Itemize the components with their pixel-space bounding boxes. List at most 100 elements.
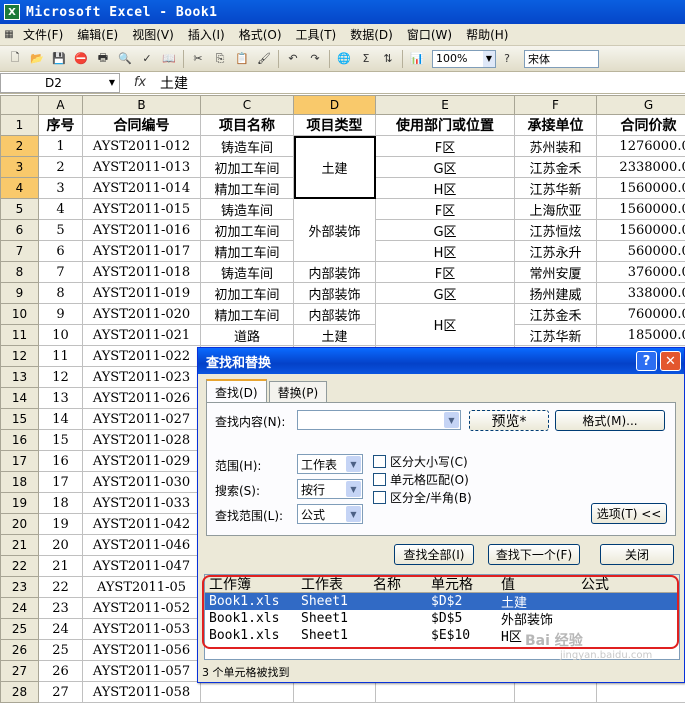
row-header[interactable]: 6	[1, 220, 39, 241]
cell[interactable]: 18	[39, 493, 83, 514]
cell[interactable]: H区	[376, 304, 515, 346]
look-in-select[interactable]: 公式▼	[297, 504, 363, 524]
research-icon[interactable]: 📖	[160, 50, 178, 68]
row-header[interactable]: 20	[1, 514, 39, 535]
search-order-select[interactable]: 按行▼	[297, 479, 363, 499]
cell[interactable]: 16	[39, 451, 83, 472]
cell[interactable]: 江苏金禾	[515, 304, 597, 325]
autosum-icon[interactable]: Σ	[357, 50, 375, 68]
cell[interactable]: 12	[39, 367, 83, 388]
menu-tools[interactable]: 工具(T)	[289, 26, 344, 43]
row-header[interactable]: 9	[1, 283, 39, 304]
save-icon[interactable]: 💾	[50, 50, 68, 68]
cell[interactable]: 25	[39, 640, 83, 661]
cell[interactable]: 4	[39, 199, 83, 220]
zoom-select[interactable]: 100%▼	[432, 50, 496, 68]
menu-edit[interactable]: 编辑(E)	[70, 26, 125, 43]
header-cell[interactable]: 合同价款	[597, 115, 685, 136]
cell[interactable]: 22	[39, 577, 83, 598]
cell[interactable]: 初加工车间	[201, 157, 294, 178]
cell[interactable]: 11	[39, 346, 83, 367]
row-header[interactable]: 23	[1, 577, 39, 598]
cell[interactable]: 铸造车间	[201, 262, 294, 283]
cell[interactable]: 江苏永升	[515, 241, 597, 262]
cell[interactable]: 精加工车间	[201, 304, 294, 325]
cell[interactable]: 铸造车间	[201, 136, 294, 157]
cell-active[interactable]: 土建	[294, 136, 376, 199]
print-icon[interactable]: 🖶	[94, 50, 112, 68]
cell[interactable]: 江苏华新	[515, 325, 597, 346]
cell[interactable]: 道路	[201, 325, 294, 346]
header-cell[interactable]: 使用部门或位置	[376, 115, 515, 136]
cell[interactable]: AYST2011-056	[83, 640, 201, 661]
cell[interactable]: 2338000.00	[597, 157, 685, 178]
cell[interactable]: 760000.00	[597, 304, 685, 325]
cell[interactable]: 精加工车间	[201, 178, 294, 199]
cell[interactable]: AYST2011-012	[83, 136, 201, 157]
cell[interactable]: 1560000.00	[597, 199, 685, 220]
column-header-a[interactable]: A	[39, 96, 83, 115]
cell[interactable]: 15	[39, 430, 83, 451]
cell[interactable]: 1	[39, 136, 83, 157]
match-entire-cell-checkbox[interactable]: 单元格匹配(O)	[373, 471, 469, 488]
row-header[interactable]: 11	[1, 325, 39, 346]
cell[interactable]: 内部装饰	[294, 262, 376, 283]
cell[interactable]: 14	[39, 409, 83, 430]
menu-insert[interactable]: 插入(I)	[181, 26, 232, 43]
cell[interactable]: AYST2011-026	[83, 388, 201, 409]
close-icon[interactable]: ✕	[660, 351, 681, 371]
cell[interactable]: 17	[39, 472, 83, 493]
cell[interactable]: AYST2011-022	[83, 346, 201, 367]
row-header[interactable]: 21	[1, 535, 39, 556]
cell[interactable]: 扬州建威	[515, 283, 597, 304]
cell[interactable]: 26	[39, 661, 83, 682]
undo-icon[interactable]: ↶	[284, 50, 302, 68]
cell[interactable]: AYST2011-021	[83, 325, 201, 346]
chart-wizard-icon[interactable]: 📊	[408, 50, 426, 68]
cell[interactable]: H区	[376, 241, 515, 262]
checkbox-box[interactable]	[373, 473, 386, 486]
cell[interactable]: 13	[39, 388, 83, 409]
cell[interactable]: AYST2011-053	[83, 619, 201, 640]
column-header-g[interactable]: G	[597, 96, 685, 115]
cell[interactable]: AYST2011-05	[83, 577, 201, 598]
cell[interactable]: AYST2011-033	[83, 493, 201, 514]
cell[interactable]: AYST2011-058	[83, 682, 201, 703]
find-all-button[interactable]: 查找全部(I)	[394, 544, 474, 565]
help-icon[interactable]: ?	[498, 50, 516, 68]
menu-view[interactable]: 视图(V)	[125, 26, 181, 43]
copy-icon[interactable]: ⎘	[211, 50, 229, 68]
sort-icon[interactable]: ⇅	[379, 50, 397, 68]
tab-find[interactable]: 查找(D)	[206, 379, 267, 403]
cell[interactable]: AYST2011-017	[83, 241, 201, 262]
open-icon[interactable]: 📂	[28, 50, 46, 68]
font-name-select[interactable]: 宋体	[524, 50, 599, 68]
cell[interactable]: 内部装饰	[294, 304, 376, 325]
cell[interactable]	[515, 682, 597, 703]
header-cell[interactable]: 承接单位	[515, 115, 597, 136]
checkbox-box[interactable]	[373, 491, 386, 504]
row-header[interactable]: 27	[1, 661, 39, 682]
cell[interactable]: AYST2011-015	[83, 199, 201, 220]
row-header[interactable]: 26	[1, 640, 39, 661]
match-width-checkbox[interactable]: 区分全/半角(B)	[373, 489, 472, 506]
find-next-button[interactable]: 查找下一个(F)	[488, 544, 580, 565]
cell[interactable]: G区	[376, 283, 515, 304]
options-button[interactable]: 选项(T) <<	[591, 503, 667, 524]
cell[interactable]: 5	[39, 220, 83, 241]
row-header[interactable]: 18	[1, 472, 39, 493]
cell[interactable]: F区	[376, 199, 515, 220]
cell[interactable]: 初加工车间	[201, 283, 294, 304]
spelling-icon[interactable]: ✓	[138, 50, 156, 68]
cell[interactable]	[376, 682, 515, 703]
cell[interactable]: AYST2011-020	[83, 304, 201, 325]
cell[interactable]: AYST2011-046	[83, 535, 201, 556]
row-header[interactable]: 25	[1, 619, 39, 640]
column-header-c[interactable]: C	[201, 96, 294, 115]
row-header[interactable]: 8	[1, 262, 39, 283]
row-header[interactable]: 24	[1, 598, 39, 619]
chevron-down-icon[interactable]: ▼	[346, 506, 361, 522]
cell[interactable]: AYST2011-018	[83, 262, 201, 283]
cell[interactable]: AYST2011-047	[83, 556, 201, 577]
checkbox-box[interactable]	[373, 455, 386, 468]
